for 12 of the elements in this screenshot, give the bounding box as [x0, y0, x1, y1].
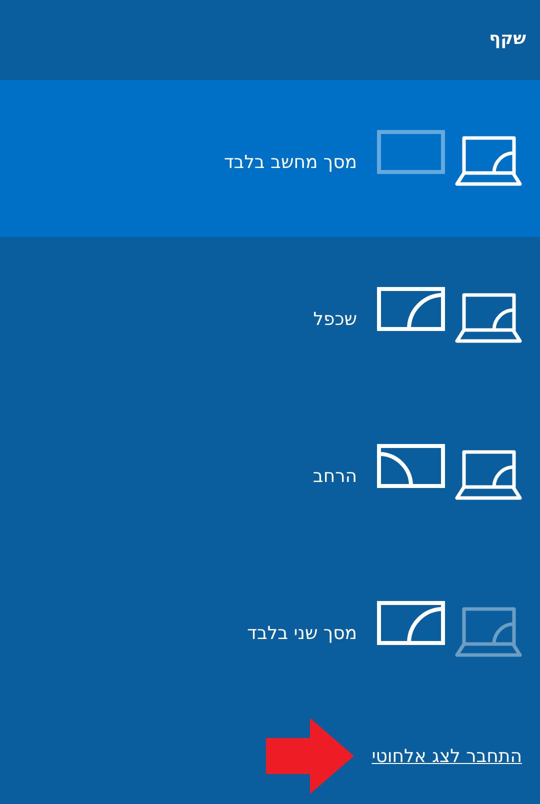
monitor-icon — [377, 444, 445, 488]
laptop-icon — [455, 606, 522, 658]
display-option[interactable]: מסך מחשב בלבד — [0, 80, 540, 237]
wireless-display-link[interactable]: התחבר לצג אלחוטי — [372, 743, 522, 770]
monitor-icon — [377, 286, 445, 330]
monitor-icon — [377, 600, 445, 644]
laptop-icon — [455, 292, 522, 344]
arrow-icon — [266, 718, 356, 794]
laptop-icon — [455, 136, 522, 188]
laptop-icon — [455, 450, 522, 502]
panel-title: שקף — [489, 28, 526, 52]
monitor-icon — [377, 130, 445, 174]
